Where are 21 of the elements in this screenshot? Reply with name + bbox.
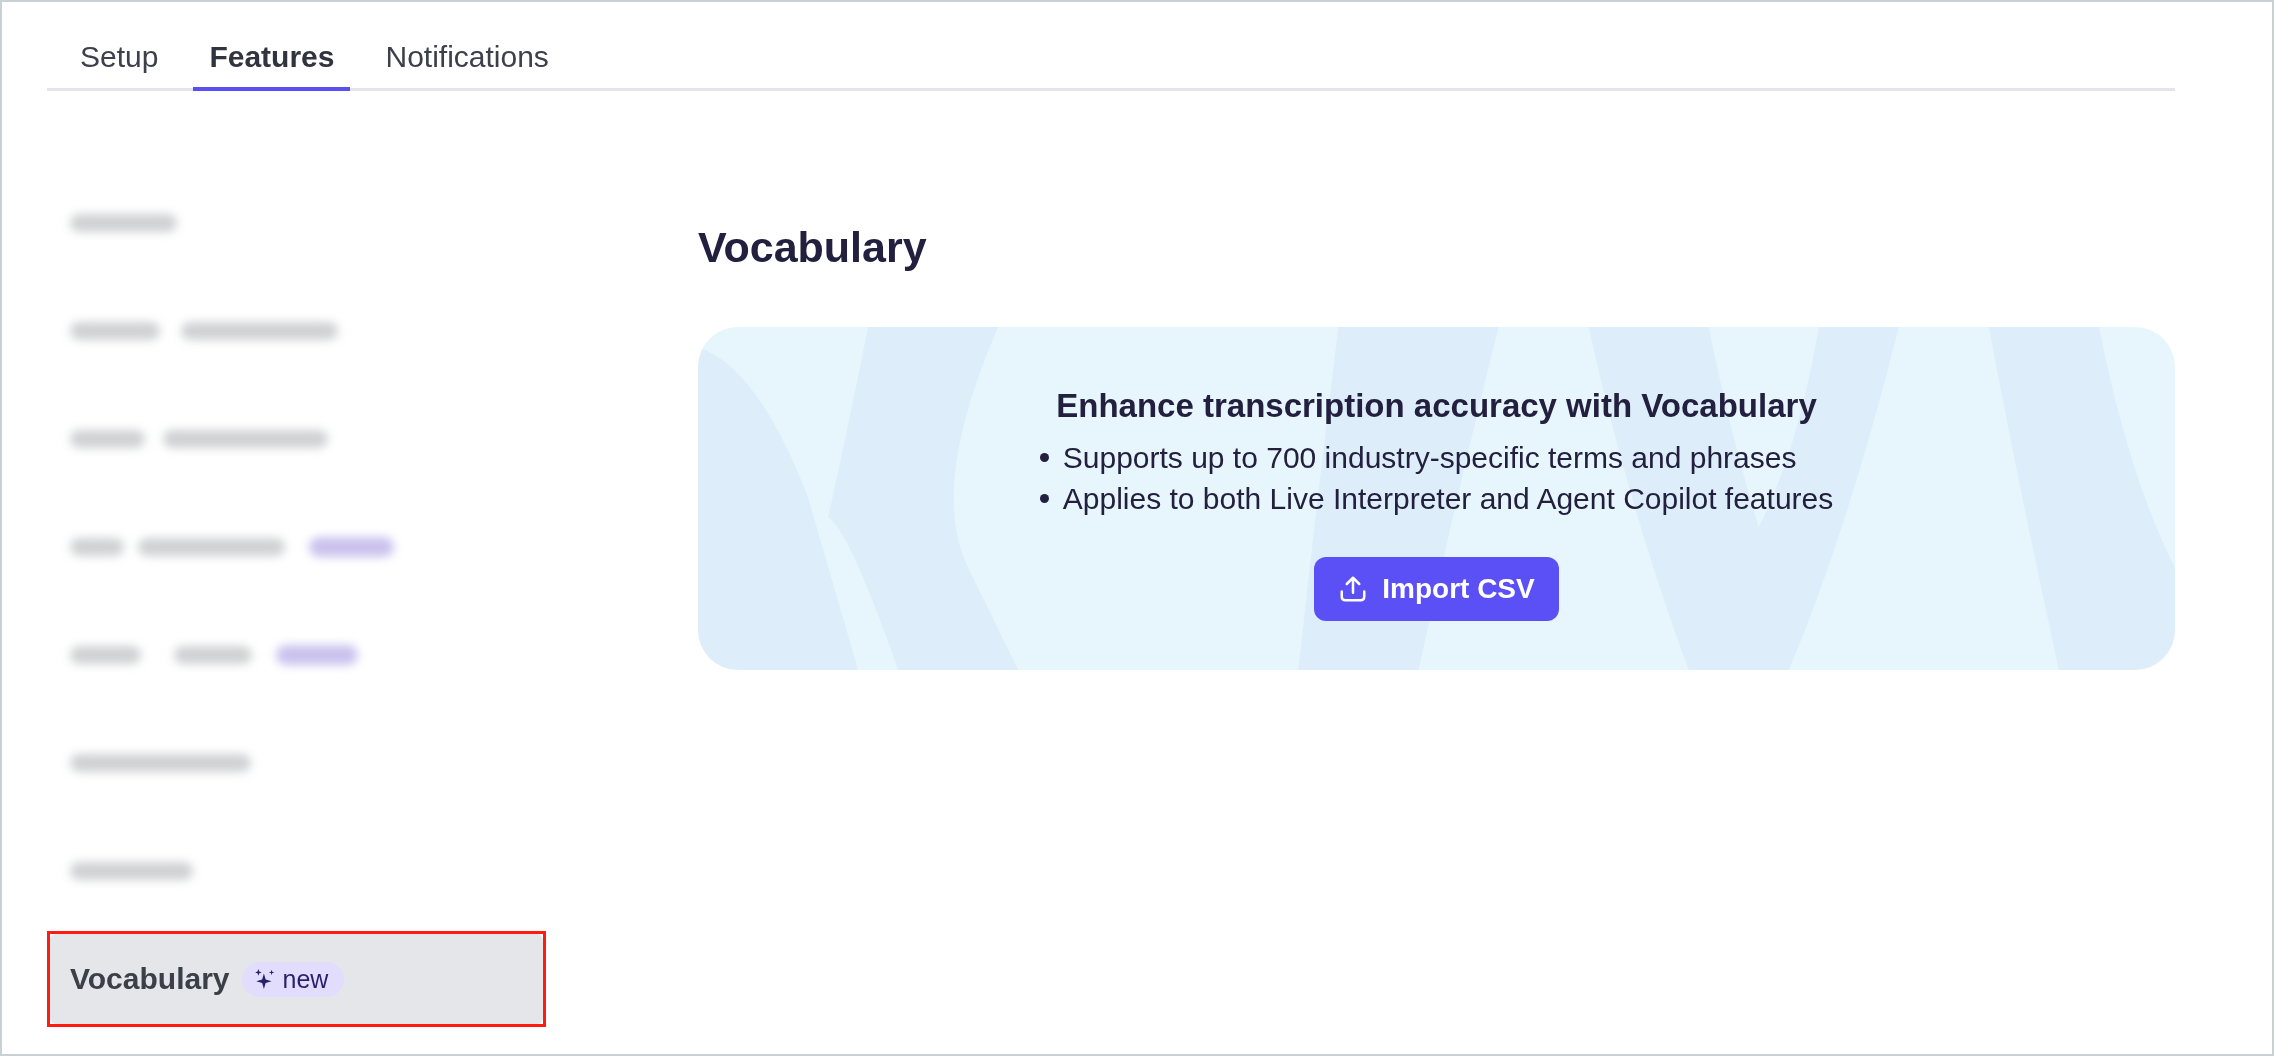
card-title: Enhance transcription accuracy with Vocabulary: [1056, 386, 1817, 426]
blurred-menu-label[interactable]: [70, 430, 328, 448]
bullet-text: Applies to both Live Interpreter and Agent Copilot features: [1062, 481, 1834, 517]
blurred-menu-label[interactable]: [70, 862, 193, 880]
bullet-icon: [1039, 494, 1049, 503]
bullet-icon: [1039, 453, 1049, 462]
blurred-menu-label[interactable]: [70, 754, 251, 772]
new-badge: new: [241, 961, 345, 997]
blurred-menu-label[interactable]: [70, 214, 177, 232]
sparkle-icon: [253, 968, 276, 990]
tab[interactable]: Notifications: [369, 26, 565, 91]
tab[interactable]: Features: [193, 26, 351, 91]
import-csv-button[interactable]: Import CSV: [1314, 557, 1559, 621]
upload-icon: [1338, 574, 1369, 604]
blurred-menu-label[interactable]: [70, 646, 252, 664]
bullet-text: Supports up to 700 industry-specific terms and phrases: [1062, 440, 1797, 476]
sidebar-item[interactable]: Vocabulary new: [50, 934, 543, 1024]
tab[interactable]: Setup: [64, 26, 175, 91]
blurred-menu-label[interactable]: [70, 538, 285, 556]
section-title: Vocabulary: [698, 222, 928, 273]
blurred-menu-label[interactable]: [70, 322, 338, 340]
